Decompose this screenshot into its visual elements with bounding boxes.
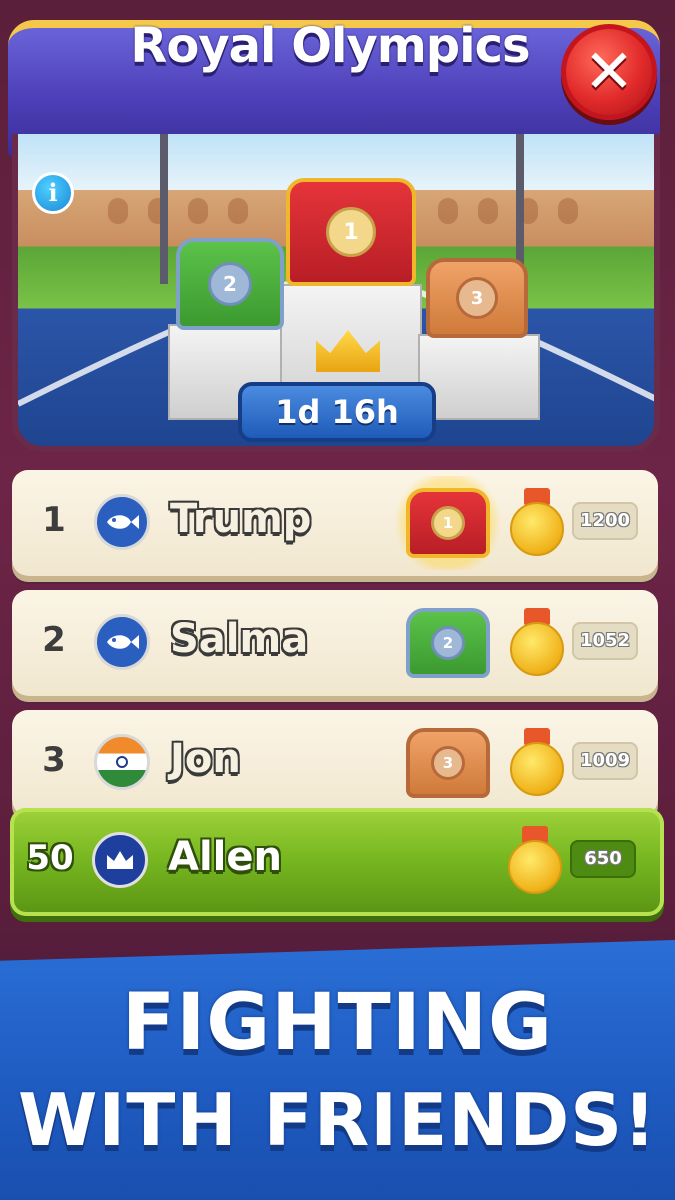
rank-number: 1 bbox=[42, 500, 66, 540]
medal-icon bbox=[508, 826, 562, 896]
leaderboard-row[interactable]: 2 Salma 2 1052 bbox=[12, 590, 658, 696]
score-value: 1052 bbox=[572, 622, 638, 660]
score-value: 1009 bbox=[572, 742, 638, 780]
chest-badge: 3 bbox=[456, 277, 498, 319]
chest-badge: 3 bbox=[431, 746, 465, 780]
chest-badge: 1 bbox=[431, 506, 465, 540]
promo-line-2: WITH FRIENDS! bbox=[18, 1078, 657, 1162]
rank-number: 3 bbox=[42, 740, 66, 780]
crown-icon bbox=[92, 832, 148, 888]
rank-number: 50 bbox=[26, 838, 74, 878]
india-flag-icon bbox=[94, 734, 150, 790]
close-button[interactable]: ✕ bbox=[561, 24, 657, 120]
chest-first-icon: 1 bbox=[286, 178, 416, 286]
player-name: Trump bbox=[170, 496, 312, 542]
chest-badge: 2 bbox=[208, 262, 252, 306]
chest-second-icon: 2 bbox=[402, 604, 494, 682]
event-timer: 1d 16h bbox=[238, 382, 436, 442]
medal-icon bbox=[510, 728, 564, 798]
chest-third-icon: 3 bbox=[402, 724, 494, 802]
leaderboard-row[interactable]: 1 Trump 1 1200 bbox=[12, 470, 658, 576]
leaderboard-row[interactable]: 3 Jon 3 1009 bbox=[12, 710, 658, 816]
rank-number: 2 bbox=[42, 620, 66, 660]
medal-icon bbox=[510, 608, 564, 678]
score-value: 1200 bbox=[572, 502, 638, 540]
chest-third-icon: 3 bbox=[426, 258, 528, 338]
player-name: Salma bbox=[170, 616, 309, 662]
chest-first-icon: 1 bbox=[394, 476, 502, 570]
chest-badge: 1 bbox=[326, 207, 376, 257]
chest-second-icon: 2 bbox=[176, 238, 284, 330]
podium-third bbox=[418, 334, 540, 420]
player-name: Jon bbox=[170, 736, 241, 782]
close-icon: ✕ bbox=[583, 37, 635, 107]
medal-icon bbox=[510, 488, 564, 558]
score-value: 650 bbox=[570, 840, 636, 878]
fish-icon bbox=[94, 494, 150, 550]
chest-badge: 2 bbox=[431, 626, 465, 660]
current-player-row[interactable]: 50 Allen 650 bbox=[10, 808, 664, 916]
fish-icon bbox=[94, 614, 150, 670]
promo-line-1: FIGHTING bbox=[121, 978, 554, 1068]
info-icon[interactable]: i bbox=[32, 172, 74, 214]
player-name: Allen bbox=[168, 834, 282, 880]
